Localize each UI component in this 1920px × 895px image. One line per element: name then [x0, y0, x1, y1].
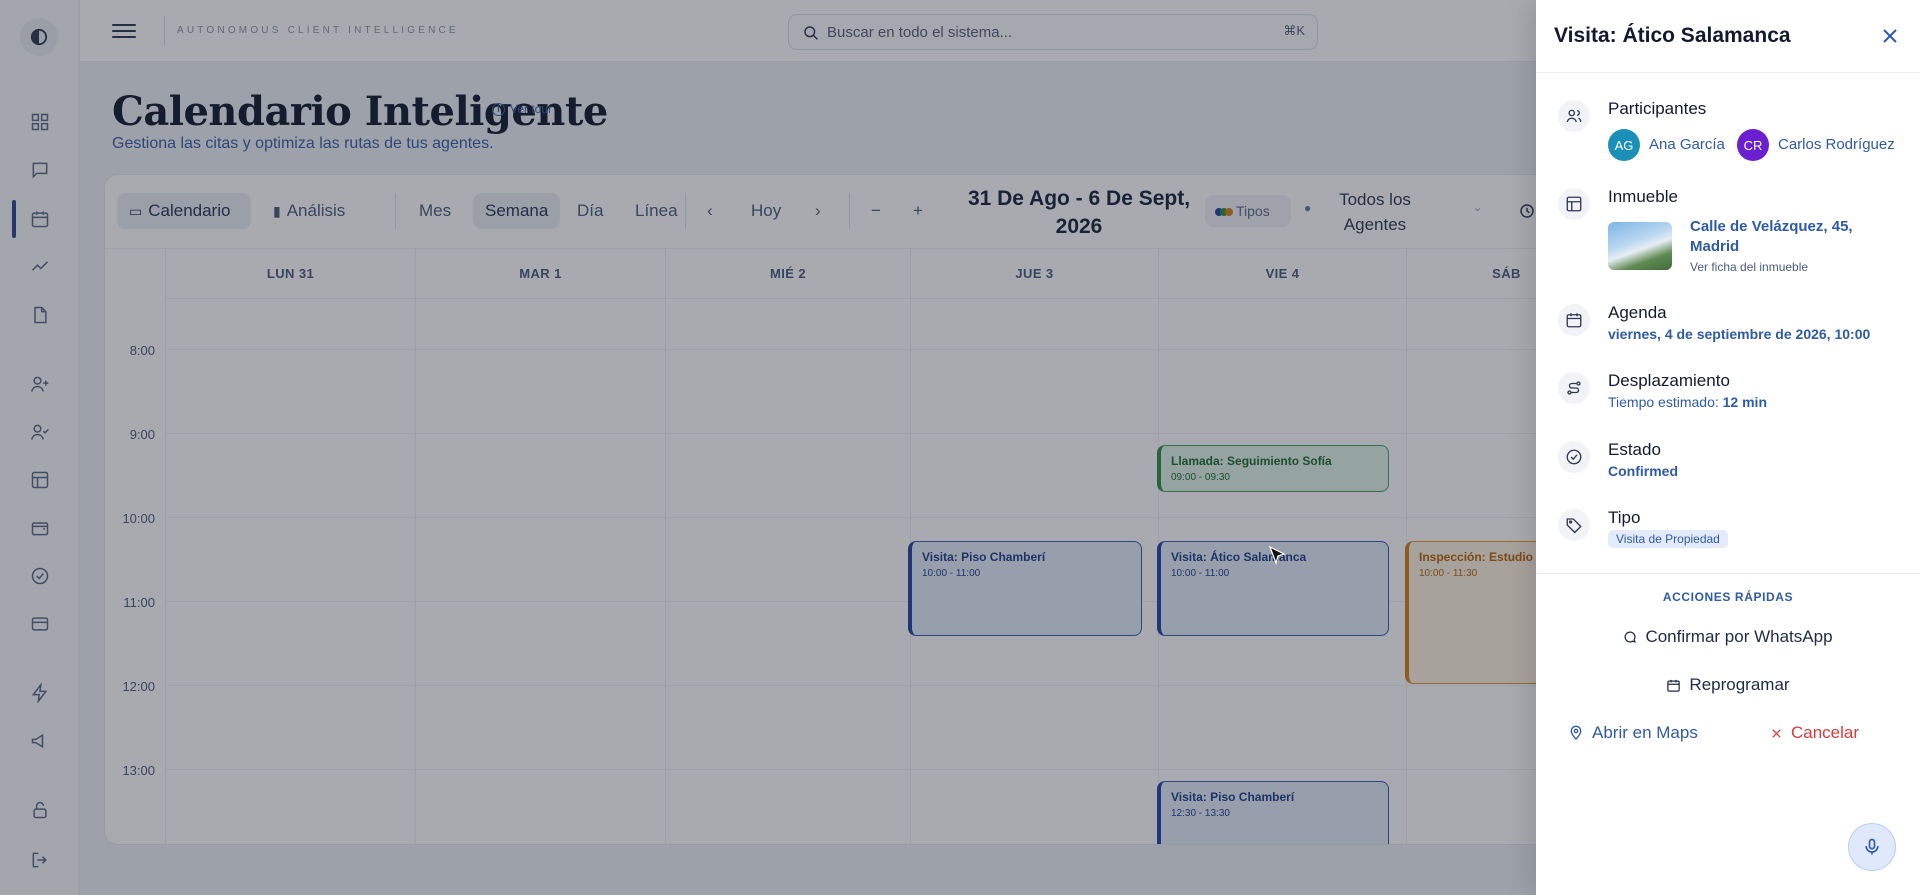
travel-label: Desplazamiento [1608, 371, 1730, 390]
cancel-event-button[interactable]: Cancelar [1770, 715, 1859, 751]
calendar-icon [1558, 304, 1590, 336]
panel-title: Visita: Ático Salamanca [1554, 24, 1791, 47]
tag-icon [1558, 509, 1590, 541]
quick-actions-title: ACCIONES RÁPIDAS [1662, 590, 1794, 604]
users-icon [1558, 100, 1590, 132]
type-badge: Visita de Propiedad [1608, 530, 1728, 548]
mouse-cursor-icon [1268, 545, 1286, 565]
close-icon[interactable] [1878, 24, 1902, 48]
confirm-whatsapp-button[interactable]: Confirmar por WhatsApp [1554, 619, 1902, 655]
open-maps-button[interactable]: Abrir en Maps [1568, 715, 1698, 751]
confirm-whatsapp-label: Confirmar por WhatsApp [1645, 627, 1833, 646]
cancel-label: Cancelar [1791, 723, 1860, 742]
check-circle-icon [1558, 441, 1590, 473]
participant-name[interactable]: Carlos Rodríguez [1778, 136, 1895, 153]
panel-divider [1536, 573, 1920, 574]
status-label: Estado [1608, 440, 1661, 459]
travel-prefix: Tiempo estimado: [1608, 394, 1719, 410]
voice-assistant-button[interactable] [1848, 823, 1896, 871]
travel-minutes: 12 min [1722, 394, 1767, 410]
reschedule-button[interactable]: Reprogramar [1554, 667, 1902, 703]
reschedule-label: Reprogramar [1689, 675, 1790, 694]
microphone-icon [1865, 838, 1879, 855]
open-maps-label: Abrir en Maps [1592, 723, 1698, 742]
calendar-icon [1667, 679, 1681, 692]
avatar: CR [1737, 129, 1769, 161]
travel-value: Tiempo estimado: 12 min [1608, 394, 1767, 410]
event-detail-panel: Visita: Ático Salamanca Participantes AG… [1536, 0, 1920, 895]
agenda-label: Agenda [1608, 303, 1667, 322]
building-icon [1558, 188, 1590, 220]
property-details-link[interactable]: Ver ficha del inmueble [1690, 260, 1808, 274]
panel-divider [1536, 72, 1920, 73]
status-value: Confirmed [1608, 463, 1678, 479]
message-icon [1624, 631, 1637, 643]
property-label: Inmueble [1608, 187, 1678, 206]
type-label: Tipo [1608, 508, 1641, 527]
map-pin-icon [1570, 725, 1582, 740]
close-icon [1772, 728, 1781, 738]
avatar: AG [1608, 129, 1640, 161]
modal-backdrop[interactable] [0, 0, 1536, 895]
property-thumbnail[interactable] [1608, 222, 1672, 270]
property-address[interactable]: Calle de Velázquez, 45, Madrid [1690, 217, 1890, 257]
route-icon [1558, 372, 1590, 404]
participants-label: Participantes [1608, 99, 1707, 118]
participant-name[interactable]: Ana García [1649, 136, 1725, 153]
agenda-value: viernes, 4 de septiembre de 2026, 10:00 [1608, 326, 1871, 342]
